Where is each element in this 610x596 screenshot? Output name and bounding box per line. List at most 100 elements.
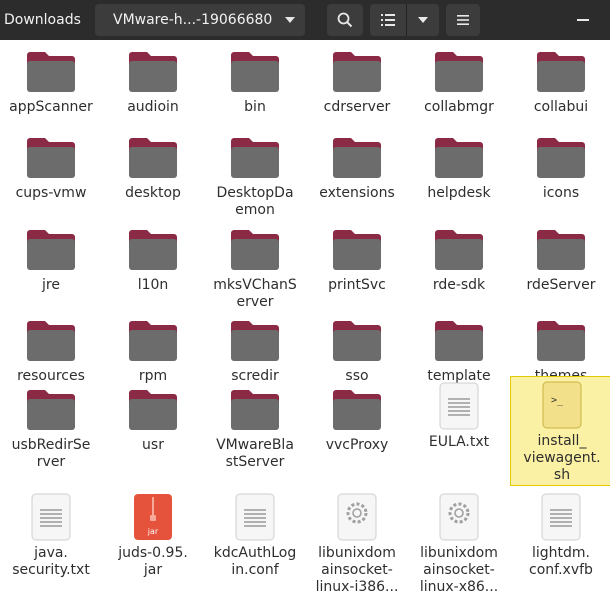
header-bar: Downloads VMware-h...-19066680 <box>0 0 610 40</box>
folder-item[interactable]: jre <box>0 218 102 310</box>
file-name-label: collabmgr <box>424 99 494 115</box>
folder-item[interactable]: rde-sdk <box>408 218 510 310</box>
folder-icon <box>435 136 483 182</box>
chevron-down-icon <box>418 17 428 23</box>
hamburger-menu-icon <box>457 15 469 25</box>
file-name-label: rde-sdk <box>432 277 486 293</box>
shell-script-icon: >_ <box>542 381 582 433</box>
folder-item[interactable]: collabmgr <box>408 40 510 132</box>
file-item[interactable]: jar juds-0.95. jar <box>102 489 204 581</box>
view-options-dropdown[interactable] <box>407 4 439 36</box>
file-name-label: desktop <box>125 185 181 201</box>
folder-item[interactable]: DesktopDa emon <box>204 126 306 218</box>
folder-icon <box>231 319 279 365</box>
shared-library-icon <box>337 493 377 545</box>
folder-item[interactable]: collabui <box>510 40 610 132</box>
file-item[interactable]: libunixdom ainsocket- linux-i386... <box>306 489 408 595</box>
file-name-label: install_ viewagent. sh <box>523 433 601 483</box>
file-name-label: cups-vmw <box>15 185 87 201</box>
chevron-down-icon <box>285 17 295 23</box>
file-item[interactable]: libunixdom ainsocket- linux-x86... <box>408 489 510 595</box>
folder-item[interactable]: vvcProxy <box>306 378 408 470</box>
jar-archive-icon <box>133 493 173 545</box>
folder-item[interactable]: icons <box>510 126 610 218</box>
file-name-label: audioin <box>127 99 179 115</box>
search-button[interactable] <box>327 4 363 36</box>
folder-icon <box>27 228 75 274</box>
folder-item[interactable]: VMwareBla stServer <box>204 378 306 470</box>
svg-text:>_: >_ <box>551 395 564 406</box>
folder-item[interactable]: cups-vmw <box>0 126 102 218</box>
folder-item[interactable]: l10n <box>102 218 204 310</box>
folder-item[interactable]: bin <box>204 40 306 132</box>
file-name-label: icons <box>542 185 580 201</box>
minimize-button[interactable] <box>566 4 600 36</box>
file-name-label: libunixdom ainsocket- linux-i386... <box>315 545 399 595</box>
folder-icon <box>129 136 177 182</box>
main-menu-button[interactable] <box>446 4 480 36</box>
file-item[interactable]: kdcAuthLog in.conf <box>204 489 306 581</box>
text-file-icon <box>439 382 479 434</box>
folder-icon <box>231 228 279 274</box>
file-name-label: l10n <box>137 277 169 293</box>
folder-icon <box>27 319 75 365</box>
file-name-label: VMwareBla stServer <box>216 437 294 470</box>
list-view-button[interactable] <box>370 4 406 36</box>
folder-icon <box>27 136 75 182</box>
folder-item[interactable]: printSvc <box>306 218 408 310</box>
folder-icon <box>537 136 585 182</box>
search-icon <box>337 12 353 28</box>
file-name-label: java. security.txt <box>12 545 90 578</box>
folder-item[interactable]: audioin <box>102 40 204 132</box>
file-name-label: printSvc <box>328 277 386 293</box>
folder-item[interactable]: appScanner <box>0 40 102 132</box>
file-name-label: extensions <box>319 185 395 201</box>
folder-item[interactable]: cdrserver <box>306 40 408 132</box>
breadcrumb-current-folder[interactable]: VMware-h...-19066680 <box>95 4 305 36</box>
folder-item[interactable]: helpdesk <box>408 126 510 218</box>
folder-icon <box>435 228 483 274</box>
file-name-label: appScanner <box>9 99 93 115</box>
folder-icon <box>435 50 483 96</box>
file-name-label: bin <box>244 99 266 115</box>
jar-badge-label: jar <box>147 527 159 536</box>
folder-icon <box>129 50 177 96</box>
folder-item[interactable]: extensions <box>306 126 408 218</box>
text-file-icon <box>541 493 581 545</box>
file-name-label: cdrserver <box>323 99 391 115</box>
folder-icon <box>231 388 279 434</box>
folder-icon <box>231 136 279 182</box>
folder-icon <box>537 319 585 365</box>
folder-item[interactable]: desktop <box>102 126 204 218</box>
folder-icon <box>537 228 585 274</box>
file-item[interactable]: >_ install_ viewagent. sh <box>510 376 610 486</box>
folder-icon <box>435 319 483 365</box>
folder-icon <box>333 228 381 274</box>
breadcrumb-downloads[interactable]: Downloads <box>0 0 88 40</box>
file-name-label: EULA.txt <box>428 434 490 450</box>
folder-icon <box>333 388 381 434</box>
breadcrumb-current-label: VMware-h...-19066680 <box>113 12 273 28</box>
file-name-label: lightdm. conf.xvfb <box>529 545 593 578</box>
file-item[interactable]: lightdm. conf.xvfb <box>510 489 610 581</box>
file-name-label: libunixdom ainsocket- linux-x86... <box>419 545 499 595</box>
file-name-label: rdeServer <box>526 277 596 293</box>
folder-icon <box>537 50 585 96</box>
folder-icon <box>231 50 279 96</box>
file-item[interactable]: java. security.txt <box>0 489 102 581</box>
file-grid[interactable]: appScanner audioin bin cdrserver collabmgr co… <box>0 40 610 595</box>
minimize-icon <box>577 19 589 21</box>
folder-item[interactable]: usbRedirSe rver <box>0 378 102 470</box>
folder-icon <box>333 50 381 96</box>
folder-icon <box>27 388 75 434</box>
folder-item[interactable]: rdeServer <box>510 218 610 310</box>
folder-icon <box>333 136 381 182</box>
text-file-icon <box>31 493 71 545</box>
folder-item[interactable]: usr <box>102 378 204 470</box>
file-name-label: usbRedirSe rver <box>11 437 91 470</box>
folder-item[interactable]: mksVChanS erver <box>204 218 306 310</box>
file-name-label: usr <box>142 437 164 453</box>
file-name-label: collabui <box>533 99 589 115</box>
file-item[interactable]: EULA.txt <box>408 378 510 470</box>
file-name-label: mksVChanS erver <box>213 277 297 310</box>
